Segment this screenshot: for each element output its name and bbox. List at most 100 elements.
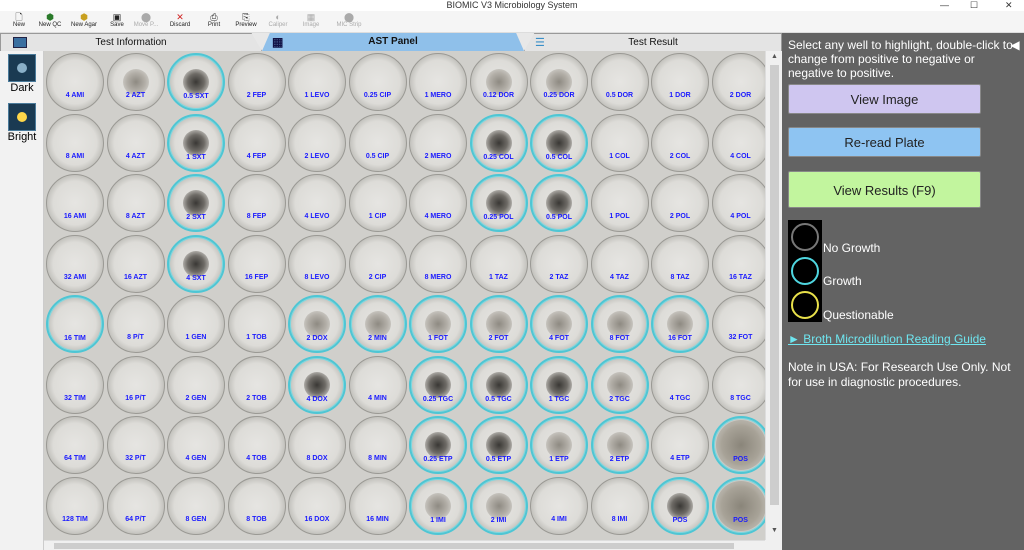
plate-well[interactable]: 8 DOX xyxy=(288,416,346,474)
move-button[interactable]: ⬤ Move P... xyxy=(132,12,160,32)
plate-well[interactable]: 32 AMI xyxy=(46,234,104,293)
plate-well[interactable]: 4 IMI xyxy=(530,476,588,535)
plate-well[interactable]: 0.25 TGC xyxy=(409,355,467,414)
discard-button[interactable]: ✕ Discard xyxy=(166,12,194,32)
plate-well[interactable]: 2 POL xyxy=(651,174,709,232)
plate-well[interactable]: 1 IMI xyxy=(409,476,467,535)
plate-well[interactable]: 8 AZT xyxy=(106,174,165,232)
plate-well[interactable]: 2 ETP xyxy=(590,416,649,474)
preview-button[interactable]: ⎘ Preview xyxy=(232,12,260,32)
plate-well[interactable]: 8 GEN xyxy=(167,476,225,535)
plate-well[interactable]: 1 LEVO xyxy=(288,53,346,111)
plate-well[interactable]: 2 LEVO xyxy=(288,113,346,172)
plate-well[interactable]: 4 FEP xyxy=(227,113,286,172)
plate-well[interactable]: 4 AZT xyxy=(106,113,165,172)
plate-well[interactable]: 4 LEVO xyxy=(288,174,346,232)
plate-well[interactable]: 2 MERO xyxy=(409,113,467,172)
plate-well[interactable]: 1 TAZ xyxy=(469,234,528,293)
plate-well[interactable]: 4 AMI xyxy=(46,53,104,111)
plate-well[interactable]: 8 MERO xyxy=(409,234,467,293)
plate-well[interactable]: 2 TGC xyxy=(590,355,649,414)
collapse-icon[interactable]: ◀ xyxy=(1008,33,1022,57)
plate-well[interactable]: 1 TGC xyxy=(530,355,588,414)
plate-well[interactable]: 16 FEP xyxy=(227,234,286,293)
plate-well[interactable]: 0.5 POL xyxy=(530,174,588,232)
view-image-button[interactable]: View Image xyxy=(788,84,981,114)
image-button[interactable]: ▦ Image xyxy=(298,12,324,32)
plate-well[interactable]: 4 SXT xyxy=(167,234,225,293)
plate-well[interactable]: 16 MIN xyxy=(348,476,407,535)
plate-well[interactable]: 1 COL xyxy=(590,113,649,172)
plate-well[interactable]: 128 TIM xyxy=(46,476,104,535)
maximize-button[interactable]: ☐ xyxy=(970,0,978,11)
scroll-down-icon[interactable]: ▼ xyxy=(766,527,783,534)
plate-well[interactable]: 32 FOT xyxy=(711,295,765,353)
plate-well[interactable]: POS xyxy=(711,476,765,535)
plate-well[interactable]: 0.5 TGC xyxy=(469,355,528,414)
plate-well[interactable]: 16 AMI xyxy=(46,174,104,232)
plate-well[interactable]: 4 COL xyxy=(711,113,765,172)
plate-well[interactable]: 4 POL xyxy=(711,174,765,232)
plate-well[interactable]: 16 DOX xyxy=(288,476,346,535)
plate-well[interactable]: 0.25 POL xyxy=(469,174,528,232)
plate-well[interactable]: 2 MIN xyxy=(348,295,407,353)
reading-guide-link[interactable]: ► Broth Microdilution Reading Guide xyxy=(788,332,986,346)
plate-well[interactable]: 0.25 DOR xyxy=(530,53,588,111)
plate-well[interactable]: 2 COL xyxy=(651,113,709,172)
plate-well[interactable]: 0.12 DOR xyxy=(469,53,528,111)
plate-well[interactable]: POS xyxy=(651,476,709,535)
plate-well[interactable]: 8 TAZ xyxy=(651,234,709,293)
save-button[interactable]: ▣ Save xyxy=(106,12,128,32)
plate-well[interactable]: 2 TOB xyxy=(227,355,286,414)
mic-strip-button[interactable]: ⬤ MIC Strip xyxy=(334,12,364,32)
plate-well[interactable]: 16 FOT xyxy=(651,295,709,353)
plate-well[interactable]: 8 TOB xyxy=(227,476,286,535)
plate-well[interactable]: 4 TAZ xyxy=(590,234,649,293)
plate-well[interactable]: 4 MERO xyxy=(409,174,467,232)
plate-well[interactable]: 2 DOR xyxy=(711,53,765,111)
plate-well[interactable]: 16 AZT xyxy=(106,234,165,293)
plate-well[interactable]: 16 TAZ xyxy=(711,234,765,293)
plate-well[interactable]: 4 TGC xyxy=(651,355,709,414)
plate-well[interactable]: 16 TIM xyxy=(46,295,104,353)
plate-well[interactable]: 0.5 ETP xyxy=(469,416,528,474)
plate-well[interactable]: 4 TOB xyxy=(227,416,286,474)
dark-button[interactable]: Dark xyxy=(7,54,37,94)
new-agar-button[interactable]: ⬢ New Agar xyxy=(68,12,100,32)
plate-well[interactable]: 1 CIP xyxy=(348,174,407,232)
plate-well[interactable]: 0.25 COL xyxy=(469,113,528,172)
tab-ast-panel[interactable]: ▦ AST Panel xyxy=(262,33,524,51)
plate-well[interactable]: 2 IMI xyxy=(469,476,528,535)
plate-well[interactable]: 32 TIM xyxy=(46,355,104,414)
plate-well[interactable]: 8 IMI xyxy=(590,476,649,535)
plate-well[interactable]: 1 GEN xyxy=(167,295,225,353)
plate-well[interactable]: 64 TIM xyxy=(46,416,104,474)
plate-well[interactable]: 4 FOT xyxy=(530,295,588,353)
view-results-button[interactable]: View Results (F9) xyxy=(788,171,981,208)
plate-well[interactable]: 0.5 CIP xyxy=(348,113,407,172)
plate-well[interactable]: 8 FEP xyxy=(227,174,286,232)
plate-well[interactable]: 2 DOX xyxy=(288,295,346,353)
plate-well[interactable]: 2 TAZ xyxy=(530,234,588,293)
plate-well[interactable]: 64 P/T xyxy=(106,476,165,535)
plate-well[interactable]: 1 TOB xyxy=(227,295,286,353)
new-button[interactable]: 🗋 New xyxy=(8,12,30,32)
print-button[interactable]: ⎙ Print xyxy=(202,12,226,32)
plate-well[interactable]: 1 MERO xyxy=(409,53,467,111)
plate-well[interactable]: 16 P/T xyxy=(106,355,165,414)
plate-well[interactable]: 0.5 DOR xyxy=(590,53,649,111)
horizontal-scrollbar[interactable] xyxy=(44,540,765,550)
plate-well[interactable]: 2 AZT xyxy=(106,53,165,111)
plate-well[interactable]: 2 CIP xyxy=(348,234,407,293)
plate-well[interactable]: 1 ETP xyxy=(530,416,588,474)
plate-well[interactable]: 0.5 SXT xyxy=(167,53,225,111)
plate-well[interactable]: 8 FOT xyxy=(590,295,649,353)
plate-well[interactable]: 8 P/T xyxy=(106,295,165,353)
new-qc-button[interactable]: ⬢ New QC xyxy=(36,12,64,32)
plate-well[interactable]: 2 FOT xyxy=(469,295,528,353)
reread-plate-button[interactable]: Re-read Plate xyxy=(788,127,981,157)
plate-well[interactable]: 1 FOT xyxy=(409,295,467,353)
tab-test-result[interactable]: ☰ Test Result xyxy=(524,33,782,51)
caliper-button[interactable]: ◐ Caliper xyxy=(264,12,292,32)
plate-well[interactable]: 0.25 CIP xyxy=(348,53,407,111)
